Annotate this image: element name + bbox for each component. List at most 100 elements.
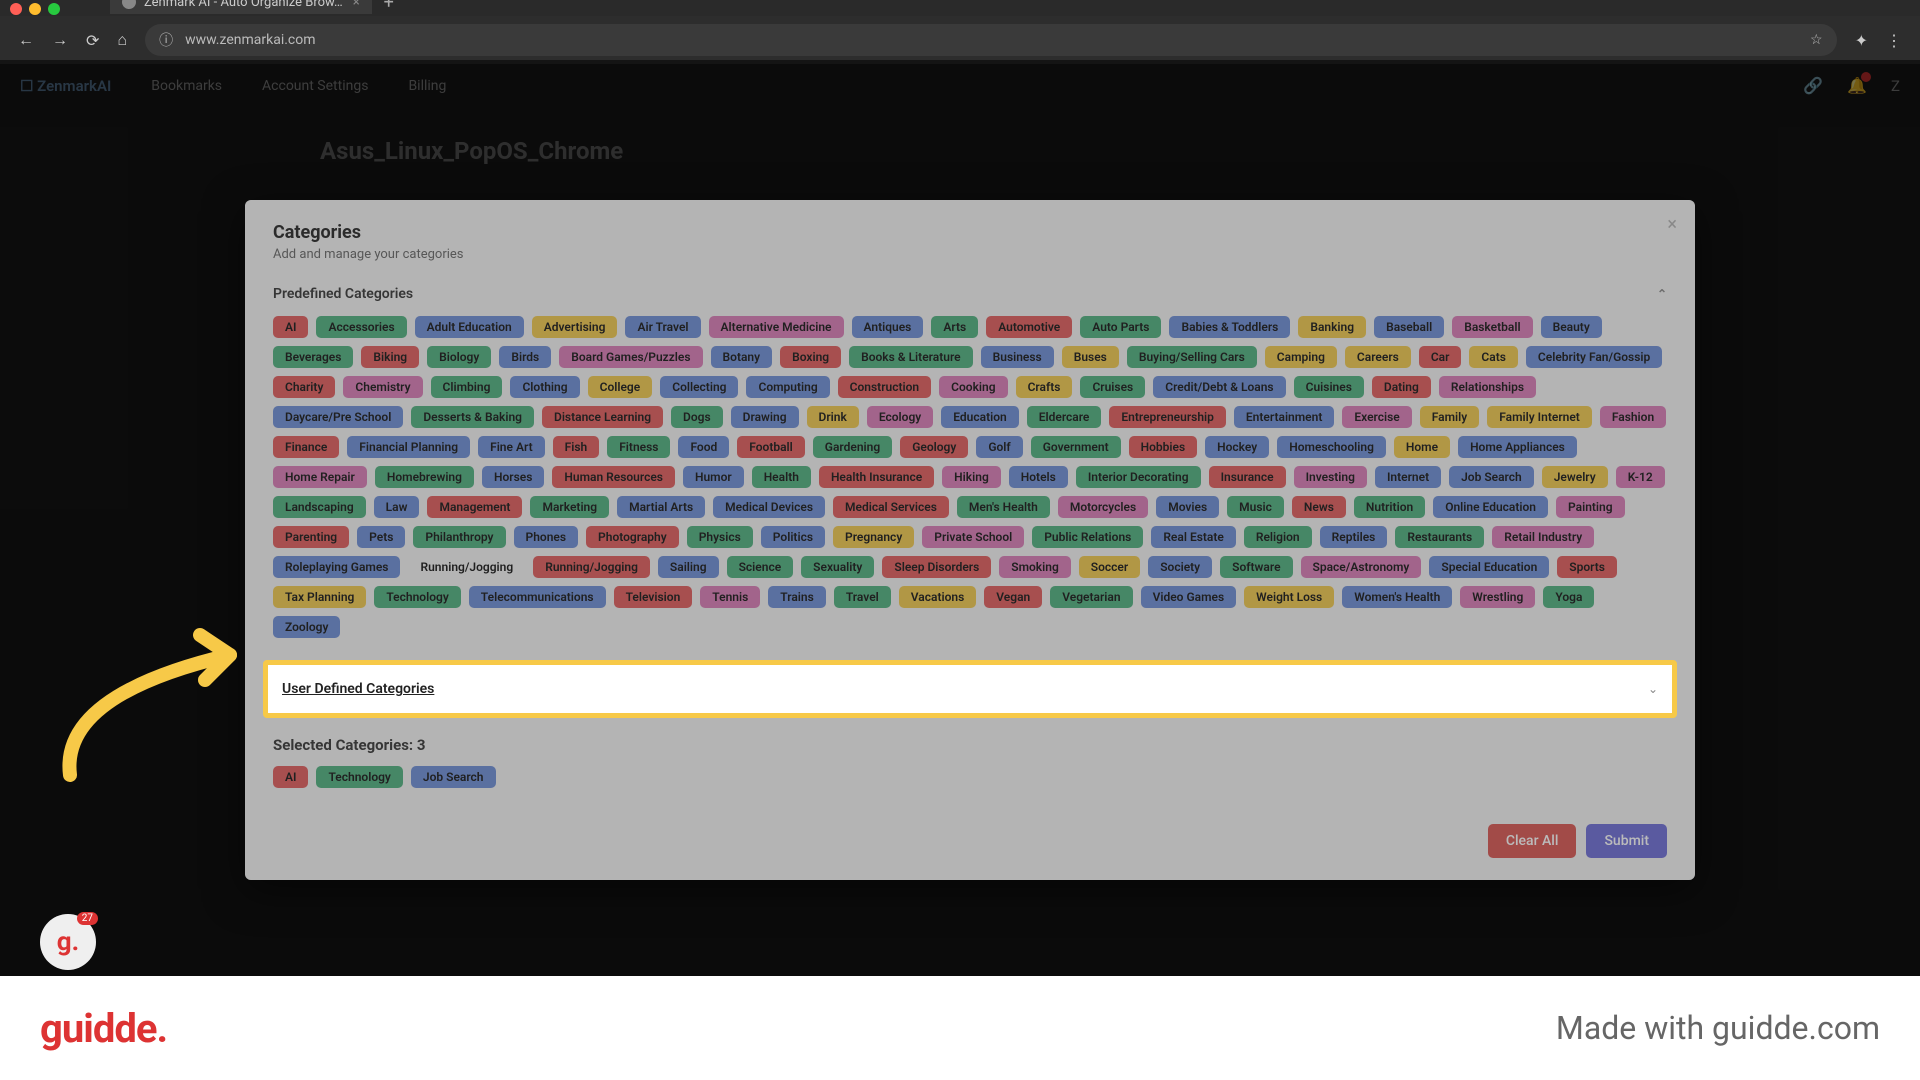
category-pill[interactable]: Babies & Toddlers [1169,316,1290,338]
category-pill[interactable]: Biology [427,346,491,368]
category-pill[interactable]: Telecommunications [469,586,606,608]
category-pill[interactable]: Basketball [1452,316,1532,338]
category-pill[interactable]: Food [678,436,729,458]
category-pill[interactable]: Credit/Debt & Loans [1153,376,1285,398]
category-pill[interactable]: Wrestling [1460,586,1535,608]
category-pill[interactable]: Alternative Medicine [709,316,844,338]
category-pill[interactable]: Private School [922,526,1024,548]
close-icon[interactable]: × [1667,214,1677,235]
category-pill[interactable]: Geology [900,436,968,458]
category-pill[interactable]: Politics [761,526,825,548]
category-pill[interactable]: Finance [273,436,339,458]
category-pill[interactable]: Charity [273,376,335,398]
category-pill[interactable]: Soccer [1079,556,1140,578]
category-pill[interactable]: Marketing [530,496,609,518]
notifications-icon[interactable]: 🔔 [1847,76,1867,95]
category-pill[interactable]: Tennis [700,586,760,608]
category-pill[interactable]: Human Resources [552,466,675,488]
category-pill[interactable]: Video Games [1141,586,1237,608]
category-pill[interactable]: Retail Industry [1492,526,1594,548]
tab-close-icon[interactable]: × [353,0,360,10]
category-pill[interactable]: Entertainment [1234,406,1334,428]
category-pill[interactable]: Homeschooling [1277,436,1386,458]
category-pill[interactable]: Beverages [273,346,353,368]
category-pill[interactable]: Humor [683,466,744,488]
category-pill[interactable]: Vacations [899,586,976,608]
category-pill[interactable]: Biking [361,346,419,368]
category-pill[interactable]: Martial Arts [617,496,705,518]
category-pill[interactable]: Baseball [1374,316,1444,338]
minimize-window-icon[interactable] [29,3,41,15]
category-pill[interactable]: Home [1394,436,1450,458]
category-pill[interactable]: Family Internet [1487,406,1592,428]
category-pill[interactable]: Sailing [658,556,719,578]
category-pill[interactable]: Phones [514,526,579,548]
category-pill[interactable]: Investing [1294,466,1367,488]
category-pill[interactable]: Eldercare [1027,406,1102,428]
link-icon[interactable]: 🔗 [1803,76,1823,95]
window-traffic-lights[interactable] [10,3,60,15]
category-pill[interactable]: Antiques [852,316,924,338]
category-pill[interactable]: Gardening [813,436,892,458]
category-pill[interactable]: Motorcycles [1058,496,1148,518]
app-logo[interactable]: ☐ ZenmarkAI [20,77,111,95]
category-pill[interactable]: Football [737,436,805,458]
category-pill[interactable]: Hotels [1009,466,1068,488]
category-pill[interactable]: Sleep Disorders [882,556,991,578]
category-pill[interactable]: Auto Parts [1080,316,1161,338]
category-pill[interactable]: Relationships [1439,376,1536,398]
category-pill[interactable]: Fashion [1600,406,1666,428]
category-pill[interactable]: Vegan [984,586,1042,608]
category-pill[interactable]: Landscaping [273,496,366,518]
category-pill[interactable]: Ecology [867,406,933,428]
category-pill[interactable]: Insurance [1209,466,1286,488]
category-pill[interactable]: Government [1031,436,1121,458]
category-pill[interactable]: Careers [1345,346,1411,368]
category-pill[interactable]: Job Search [1449,466,1534,488]
back-icon[interactable]: ← [18,30,34,50]
category-pill[interactable]: Desserts & Baking [411,406,534,428]
category-pill[interactable]: Special Education [1429,556,1549,578]
category-pill[interactable]: Birds [499,346,551,368]
bookmark-star-icon[interactable]: ☆ [1810,32,1823,48]
category-pill[interactable]: Medical Services [833,496,949,518]
category-pill[interactable]: Movies [1156,496,1219,518]
category-pill[interactable]: Beauty [1541,316,1602,338]
user-avatar[interactable]: Z [1891,77,1900,95]
category-pill[interactable]: Collecting [660,376,738,398]
category-pill[interactable]: Drawing [731,406,799,428]
category-pill[interactable]: Celebrity Fan/Gossip [1526,346,1662,368]
predefined-categories-header[interactable]: Predefined Categories ⌃ [273,286,1667,302]
category-pill[interactable]: Cats [1469,346,1518,368]
category-pill[interactable]: Society [1148,556,1212,578]
category-pill[interactable]: Crafts [1016,376,1073,398]
site-info-icon[interactable]: ⓘ [159,30,173,50]
category-pill[interactable]: Cruises [1080,376,1145,398]
category-pill[interactable]: Buses [1062,346,1119,368]
category-pill[interactable]: Interior Decorating [1076,466,1201,488]
category-pill[interactable]: Online Education [1433,496,1548,518]
category-pill[interactable]: Public Relations [1032,526,1143,548]
category-pill[interactable]: Internet [1375,466,1441,488]
category-pill[interactable]: Hobbies [1129,436,1198,458]
category-pill[interactable]: Medical Devices [713,496,825,518]
category-pill[interactable]: Science [727,556,794,578]
category-pill[interactable]: K-12 [1616,466,1665,488]
category-pill[interactable]: Family [1420,406,1479,428]
category-pill[interactable]: Adult Education [415,316,524,338]
category-pill[interactable]: Health Insurance [819,466,934,488]
category-pill[interactable]: Botany [711,346,773,368]
close-window-icon[interactable] [10,3,22,15]
category-pill[interactable]: Running/Jogging [408,556,525,578]
category-pill[interactable]: Home Repair [273,466,367,488]
category-pill[interactable]: Technology [374,586,460,608]
category-pill[interactable]: Roleplaying Games [273,556,400,578]
category-pill[interactable]: Weight Loss [1244,586,1334,608]
maximize-window-icon[interactable] [48,3,60,15]
submit-button[interactable]: Submit [1586,824,1667,858]
category-pill[interactable]: Boxing [780,346,841,368]
category-pill[interactable]: Software [1220,556,1292,578]
category-pill[interactable]: Real Estate [1151,526,1236,548]
category-pill[interactable]: Fish [553,436,600,458]
category-pill[interactable]: Dating [1372,376,1431,398]
